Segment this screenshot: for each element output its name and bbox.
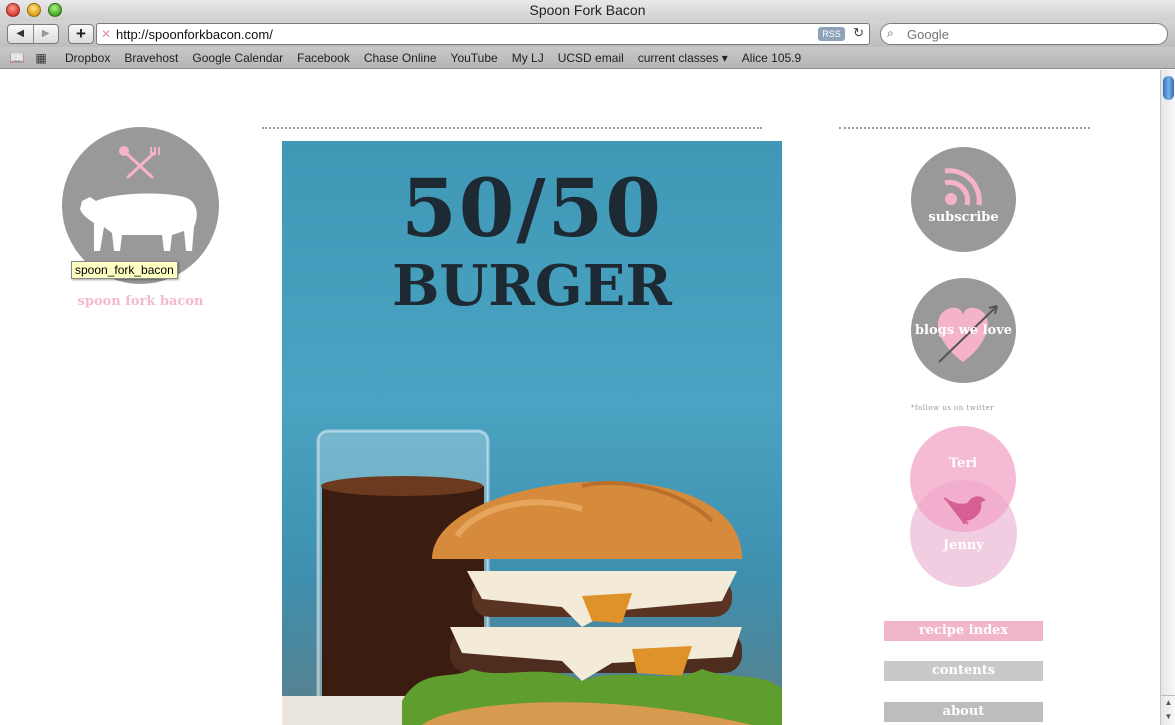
minimize-window-button[interactable] <box>27 3 41 17</box>
zoom-window-button[interactable] <box>48 3 62 17</box>
dotted-divider <box>262 127 762 129</box>
address-bar[interactable]: ✕ http://spoonforkbacon.com/ RSS ↻ <box>96 23 870 45</box>
dotted-divider <box>839 127 1090 129</box>
bookmark-alice[interactable]: Alice 105.9 <box>742 51 801 65</box>
follow-twitter-note: *follow us on twitter <box>911 404 995 412</box>
recipe-index-button[interactable]: recipe index <box>884 621 1043 641</box>
bookmark-dropbox[interactable]: Dropbox <box>65 51 110 65</box>
vertical-scrollbar[interactable]: ▲ ▼ <box>1160 70 1175 725</box>
subscribe-button[interactable]: subscribe <box>911 147 1016 252</box>
about-button[interactable]: about <box>884 702 1043 722</box>
site-favicon-icon: ✕ <box>101 27 112 41</box>
scroll-arrows[interactable]: ▲ ▼ <box>1161 695 1175 725</box>
reload-icon[interactable]: ↻ <box>853 25 864 41</box>
bookmark-youtube[interactable]: YouTube <box>451 51 498 65</box>
subscribe-label: subscribe <box>928 210 999 225</box>
bookmark-current-classes[interactable]: current classes ▾ <box>638 51 728 65</box>
blogs-we-love-button[interactable]: blogs we love <box>911 278 1016 383</box>
bookmark-google-calendar[interactable]: Google Calendar <box>192 51 283 65</box>
burger-photo-illustration <box>282 429 782 725</box>
window-title: Spoon Fork Bacon <box>529 2 646 18</box>
bookmark-chase-online[interactable]: Chase Online <box>364 51 437 65</box>
blogs-we-love-label: blogs we love <box>914 323 1013 338</box>
bookmarks-bar: 📖 ▦ Dropbox Bravehost Google Calendar Fa… <box>0 47 1175 69</box>
nav-buttons: ◀ ▶ <box>7 24 59 44</box>
window-titlebar: Spoon Fork Bacon <box>0 0 1175 21</box>
twitter-bird-icon <box>943 496 986 525</box>
address-text[interactable]: http://spoonforkbacon.com/ <box>116 27 273 42</box>
back-button[interactable]: ◀ <box>8 25 33 43</box>
rss-feed-icon <box>944 168 982 206</box>
logo-text[interactable]: spoon fork bacon <box>62 294 219 309</box>
close-window-button[interactable] <box>6 3 20 17</box>
bookmark-bravehost[interactable]: Bravehost <box>124 51 178 65</box>
bookmark-my-lj[interactable]: My LJ <box>512 51 544 65</box>
rss-button[interactable]: RSS <box>818 27 845 41</box>
browser-toolbar: ◀ ▶ + ✕ http://spoonforkbacon.com/ RSS ↻… <box>0 21 1175 47</box>
add-bookmark-button[interactable]: + <box>68 24 94 44</box>
forward-button[interactable]: ▶ <box>32 25 59 43</box>
top-sites-grid-icon[interactable]: ▦ <box>29 51 53 65</box>
search-box[interactable]: ⌕ <box>880 23 1168 45</box>
reading-list-icon[interactable]: 📖 <box>5 51 29 65</box>
hero-burger-image[interactable]: 50/50 BURGER <box>282 141 782 725</box>
bookmark-ucsd-email[interactable]: UCSD email <box>558 51 624 65</box>
bookmark-facebook[interactable]: Facebook <box>297 51 350 65</box>
search-input[interactable] <box>907 27 1157 42</box>
jenny-label: Jenny <box>943 538 984 553</box>
search-icon[interactable]: ⌕ <box>887 26 894 41</box>
contents-button[interactable]: contents <box>884 661 1043 681</box>
logo-tooltip: spoon_fork_bacon <box>71 261 178 279</box>
teri-label: Teri <box>948 456 978 471</box>
web-page: spoon_fork_bacon spoon fork bacon 50/50 … <box>0 70 1160 725</box>
scrollbar-thumb[interactable] <box>1163 76 1174 100</box>
